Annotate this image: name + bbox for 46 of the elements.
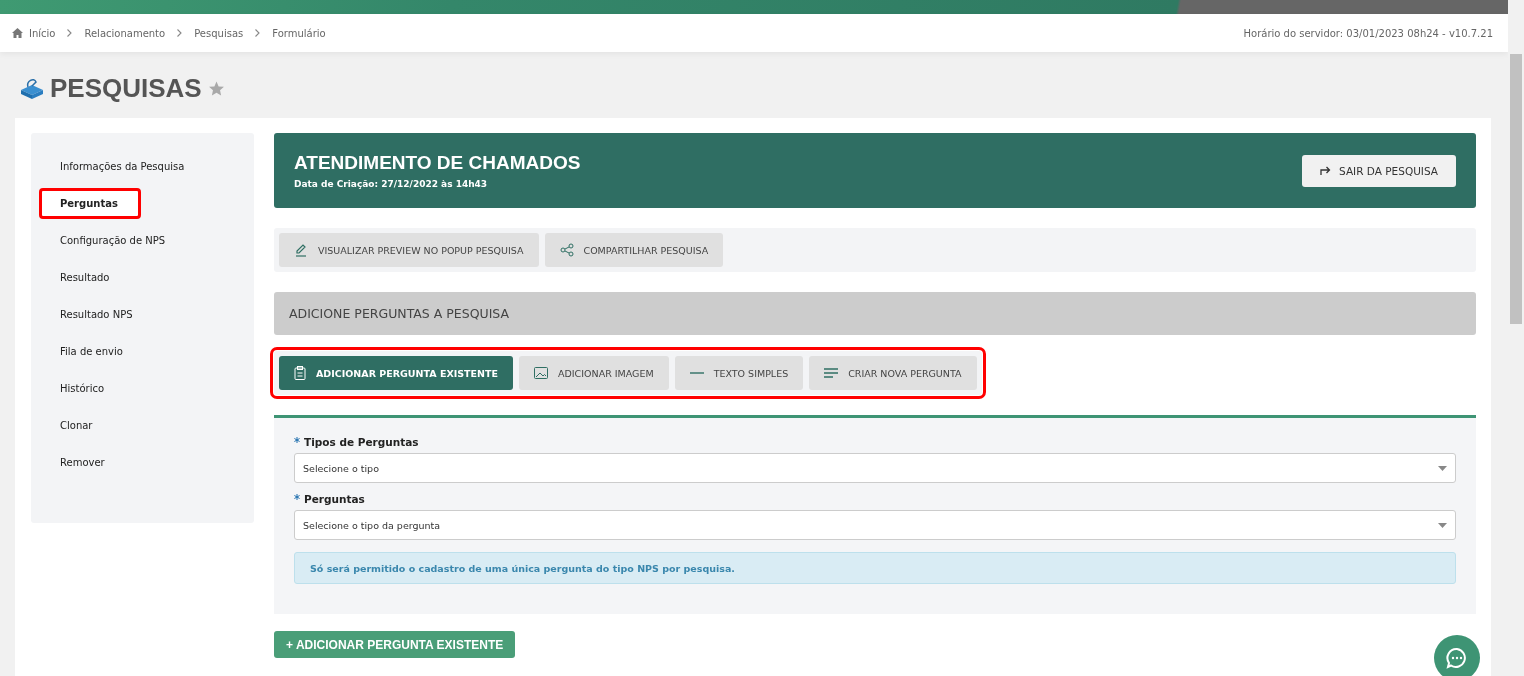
text-lines-icon bbox=[824, 368, 839, 378]
select-field[interactable]: Selecione o tipo da pergunta bbox=[294, 510, 1456, 540]
dropdown-caret-icon bbox=[1438, 522, 1447, 528]
field-label: Perguntas bbox=[304, 493, 365, 505]
tool-tab[interactable]: ADICIONAR PERGUNTA EXISTENTE bbox=[279, 356, 513, 390]
breadcrumb-link[interactable]: Formulário bbox=[272, 27, 326, 39]
chevron-icon bbox=[255, 29, 261, 37]
survey-box-icon bbox=[20, 77, 44, 99]
sidebar-item[interactable]: Histórico bbox=[41, 375, 234, 402]
star-icon[interactable] bbox=[207, 79, 225, 97]
chevron-icon bbox=[177, 29, 183, 37]
exit-survey-button[interactable]: SAIR DA PESQUISA bbox=[1302, 154, 1456, 187]
tool-tab[interactable]: ADICIONAR IMAGEM bbox=[519, 356, 669, 390]
action-button[interactable]: VISUALIZAR PREVIEW NO POPUP PESQUISA bbox=[279, 233, 539, 268]
pencil-icon bbox=[294, 243, 308, 258]
server-time-text: Horário do servidor: 03/01/2023 08h24 - v10.7.21 bbox=[1243, 27, 1493, 39]
breadcrumb-link[interactable]: Relacionamento bbox=[84, 27, 166, 39]
sidebar-item[interactable]: Informações da Pesquisa bbox=[41, 153, 234, 180]
section-header: ADICIONE PERGUNTAS A PESQUISA bbox=[274, 292, 1476, 335]
action-button[interactable]: COMPARTILHAR PESQUISA bbox=[544, 233, 724, 268]
sidebar-item[interactable]: Perguntas bbox=[41, 190, 139, 217]
sidebar-item[interactable]: Resultado bbox=[41, 264, 234, 291]
tool-tab[interactable]: TEXTO SIMPLES bbox=[674, 356, 804, 390]
page-title: PESQUISAS bbox=[50, 72, 202, 104]
tool-tab[interactable]: CRIAR NOVA PERGUNTA bbox=[809, 356, 977, 390]
chevron-icon bbox=[67, 29, 73, 37]
select-field[interactable]: Selecione o tipo bbox=[294, 453, 1456, 483]
info-notice: Só será permitido o cadastro de uma única pergunta do tipo NPS por pesquisa. bbox=[294, 552, 1456, 584]
sidebar-item[interactable]: Configuração de NPS bbox=[41, 227, 234, 254]
horizontal-line-icon bbox=[689, 371, 704, 375]
sidebar-item[interactable]: Fila de envio bbox=[41, 338, 234, 365]
breadcrumb-link[interactable]: Pesquisas bbox=[194, 27, 244, 39]
sidebar-item[interactable]: Resultado NPS bbox=[41, 301, 234, 328]
sidebar-item[interactable]: Clonar bbox=[41, 412, 234, 439]
forward-arrow-icon bbox=[1320, 166, 1332, 176]
chat-bubble-icon bbox=[1446, 647, 1468, 669]
sidebar-item[interactable]: Remover bbox=[41, 449, 234, 476]
dropdown-caret-icon bbox=[1438, 465, 1447, 471]
image-icon bbox=[534, 367, 548, 379]
home-icon bbox=[12, 28, 23, 38]
field-label: Tipos de Perguntas bbox=[304, 436, 419, 448]
survey-title: ATENDIMENTO DE CHAMADOS bbox=[294, 152, 581, 175]
share-icon bbox=[559, 243, 574, 258]
clipboard-icon bbox=[294, 366, 306, 380]
breadcrumb-link[interactable]: Início bbox=[29, 27, 56, 39]
creation-date-text: Data de Criação: 27/12/2022 às 14h43 bbox=[294, 179, 489, 190]
